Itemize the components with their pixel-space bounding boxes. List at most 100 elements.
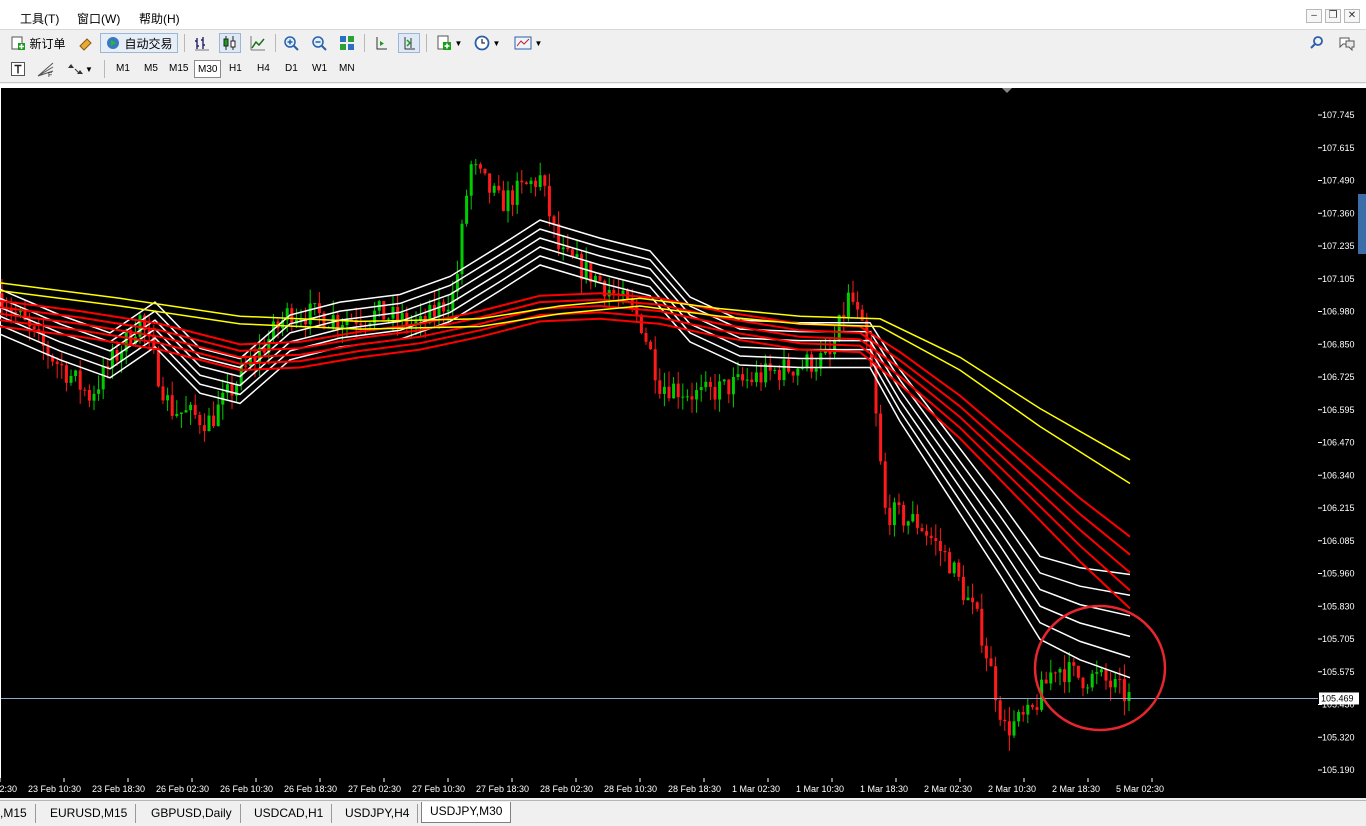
- bar-chart-button[interactable]: [191, 33, 213, 53]
- candle-body: [676, 383, 680, 398]
- candle-body: [32, 326, 36, 330]
- candlestick-chart-button[interactable]: [219, 33, 241, 53]
- time-label: 27 Feb 10:30: [412, 784, 465, 794]
- bar-chart-icon: [195, 37, 209, 51]
- timeframe-m1-button[interactable]: M1: [113, 60, 133, 78]
- candle-body: [580, 254, 584, 280]
- zoom-in-icon: [284, 36, 299, 51]
- timeframe-m5-button[interactable]: M5: [141, 60, 161, 78]
- candle-body: [883, 461, 887, 508]
- candle-body: [216, 404, 220, 427]
- candle-body: [175, 413, 179, 416]
- tab-usdjpy-h4[interactable]: USDJPY,H4: [337, 804, 419, 823]
- price-label: 105.575: [1322, 667, 1355, 677]
- editor-icon: [79, 38, 92, 51]
- candle-body: [750, 379, 754, 383]
- price-label: 106.340: [1322, 470, 1355, 480]
- candle-body: [64, 365, 68, 383]
- candle-body: [538, 175, 542, 188]
- indicators-button[interactable]: ▼: [432, 33, 466, 53]
- fibonacci-fan-button[interactable]: F: [35, 59, 57, 79]
- minimize-button[interactable]: –: [1306, 9, 1322, 23]
- candle-body: [690, 396, 694, 400]
- candle-body: [856, 301, 860, 310]
- timeframe-mn-button[interactable]: MN: [336, 60, 358, 78]
- candle-body: [557, 223, 561, 250]
- candle-body: [906, 521, 910, 526]
- menu-window[interactable]: 窗口(W): [77, 10, 120, 27]
- text-tool-icon: [11, 62, 25, 76]
- dropdown-arrow-icon: ▼: [85, 64, 93, 74]
- tab-usdcad-h1[interactable]: USDCAD,H1: [246, 804, 333, 823]
- candle-body: [980, 608, 984, 646]
- candle-body: [97, 389, 101, 394]
- time-label: 23 Feb 18:30: [92, 784, 145, 794]
- menu-help[interactable]: 帮助(H): [139, 10, 180, 27]
- candle-body: [60, 363, 64, 366]
- candle-body: [892, 502, 896, 526]
- timeframe-h1-button[interactable]: H1: [226, 60, 245, 78]
- time-label: 2 Mar 02:30: [924, 784, 972, 794]
- auto-trading-button[interactable]: 自动交易: [100, 33, 178, 53]
- candle-body: [474, 164, 478, 166]
- candle-body: [681, 396, 685, 398]
- candlestick-icon: [223, 36, 236, 50]
- candle-body: [1072, 662, 1076, 666]
- candle-body: [819, 353, 823, 369]
- candle-body: [998, 700, 1002, 720]
- restore-button[interactable]: ❐: [1325, 9, 1341, 23]
- chart-tabs: ,M15 EURUSD,M15 GBPUSD,Daily USDCAD,H1 U…: [0, 800, 1366, 826]
- candle-body: [957, 562, 961, 577]
- chart-window: 107.745 107.615 107.490 107.360 107.235 107.1…: [0, 84, 1366, 798]
- candle-body: [777, 369, 781, 381]
- templates-button[interactable]: ▼: [510, 33, 546, 53]
- candle-body: [846, 292, 850, 318]
- candle-body: [1122, 679, 1126, 702]
- candle-body: [552, 216, 556, 224]
- tab-eurusd-m15[interactable]: EURUSD,M15: [42, 804, 137, 823]
- price-chart[interactable]: 107.745 107.615 107.490 107.360 107.235 107.1…: [0, 84, 1366, 798]
- clock-icon: [474, 35, 489, 51]
- text-tool-button[interactable]: [7, 59, 29, 79]
- menu-tools[interactable]: 工具(T): [20, 10, 59, 27]
- auto-scroll-button[interactable]: [370, 33, 392, 53]
- timeframe-d1-button[interactable]: D1: [282, 60, 301, 78]
- candle-body: [543, 175, 547, 186]
- timeframe-m30-button[interactable]: M30: [194, 60, 222, 78]
- search-button[interactable]: [1306, 33, 1328, 53]
- timeframe-w1-button[interactable]: W1: [309, 60, 330, 78]
- timeframe-m15-button[interactable]: M15: [166, 60, 191, 78]
- tab-partial-m15[interactable]: ,M15: [0, 804, 36, 823]
- line-chart-button[interactable]: [247, 33, 269, 53]
- candle-body: [718, 381, 722, 400]
- tab-gbpusd-daily[interactable]: GBPUSD,Daily: [143, 804, 241, 823]
- close-button[interactable]: ✕: [1344, 9, 1360, 23]
- candle-body: [469, 164, 473, 196]
- time-label: 5 Mar 02:30: [1116, 784, 1164, 794]
- candle-body: [92, 393, 96, 401]
- candle-body: [497, 185, 501, 191]
- meta-editor-button[interactable]: [74, 33, 96, 53]
- time-label: 28 Feb 10:30: [604, 784, 657, 794]
- timeframe-h4-button[interactable]: H4: [254, 60, 273, 78]
- arrows-button[interactable]: ▼: [64, 59, 96, 79]
- tab-usdjpy-m30[interactable]: USDJPY,M30: [421, 802, 512, 823]
- candle-body: [1053, 672, 1057, 674]
- candle-body: [1104, 669, 1108, 681]
- price-label: 106.595: [1322, 405, 1355, 415]
- candle-body: [74, 370, 78, 377]
- candle-body: [386, 318, 390, 320]
- chat-button[interactable]: [1336, 33, 1358, 53]
- candle-body: [653, 349, 657, 381]
- new-order-button[interactable]: 新订单: [6, 33, 70, 53]
- zoom-in-button[interactable]: [280, 33, 302, 53]
- candle-body: [575, 254, 579, 258]
- candle-body: [432, 304, 436, 317]
- tile-windows-button[interactable]: [336, 33, 358, 53]
- scroll-indicator: [1358, 194, 1366, 254]
- periods-button[interactable]: ▼: [470, 33, 504, 53]
- price-label: 107.105: [1322, 274, 1355, 284]
- candle-body: [1058, 669, 1062, 673]
- chart-shift-button[interactable]: [398, 33, 420, 53]
- zoom-out-button[interactable]: [308, 33, 330, 53]
